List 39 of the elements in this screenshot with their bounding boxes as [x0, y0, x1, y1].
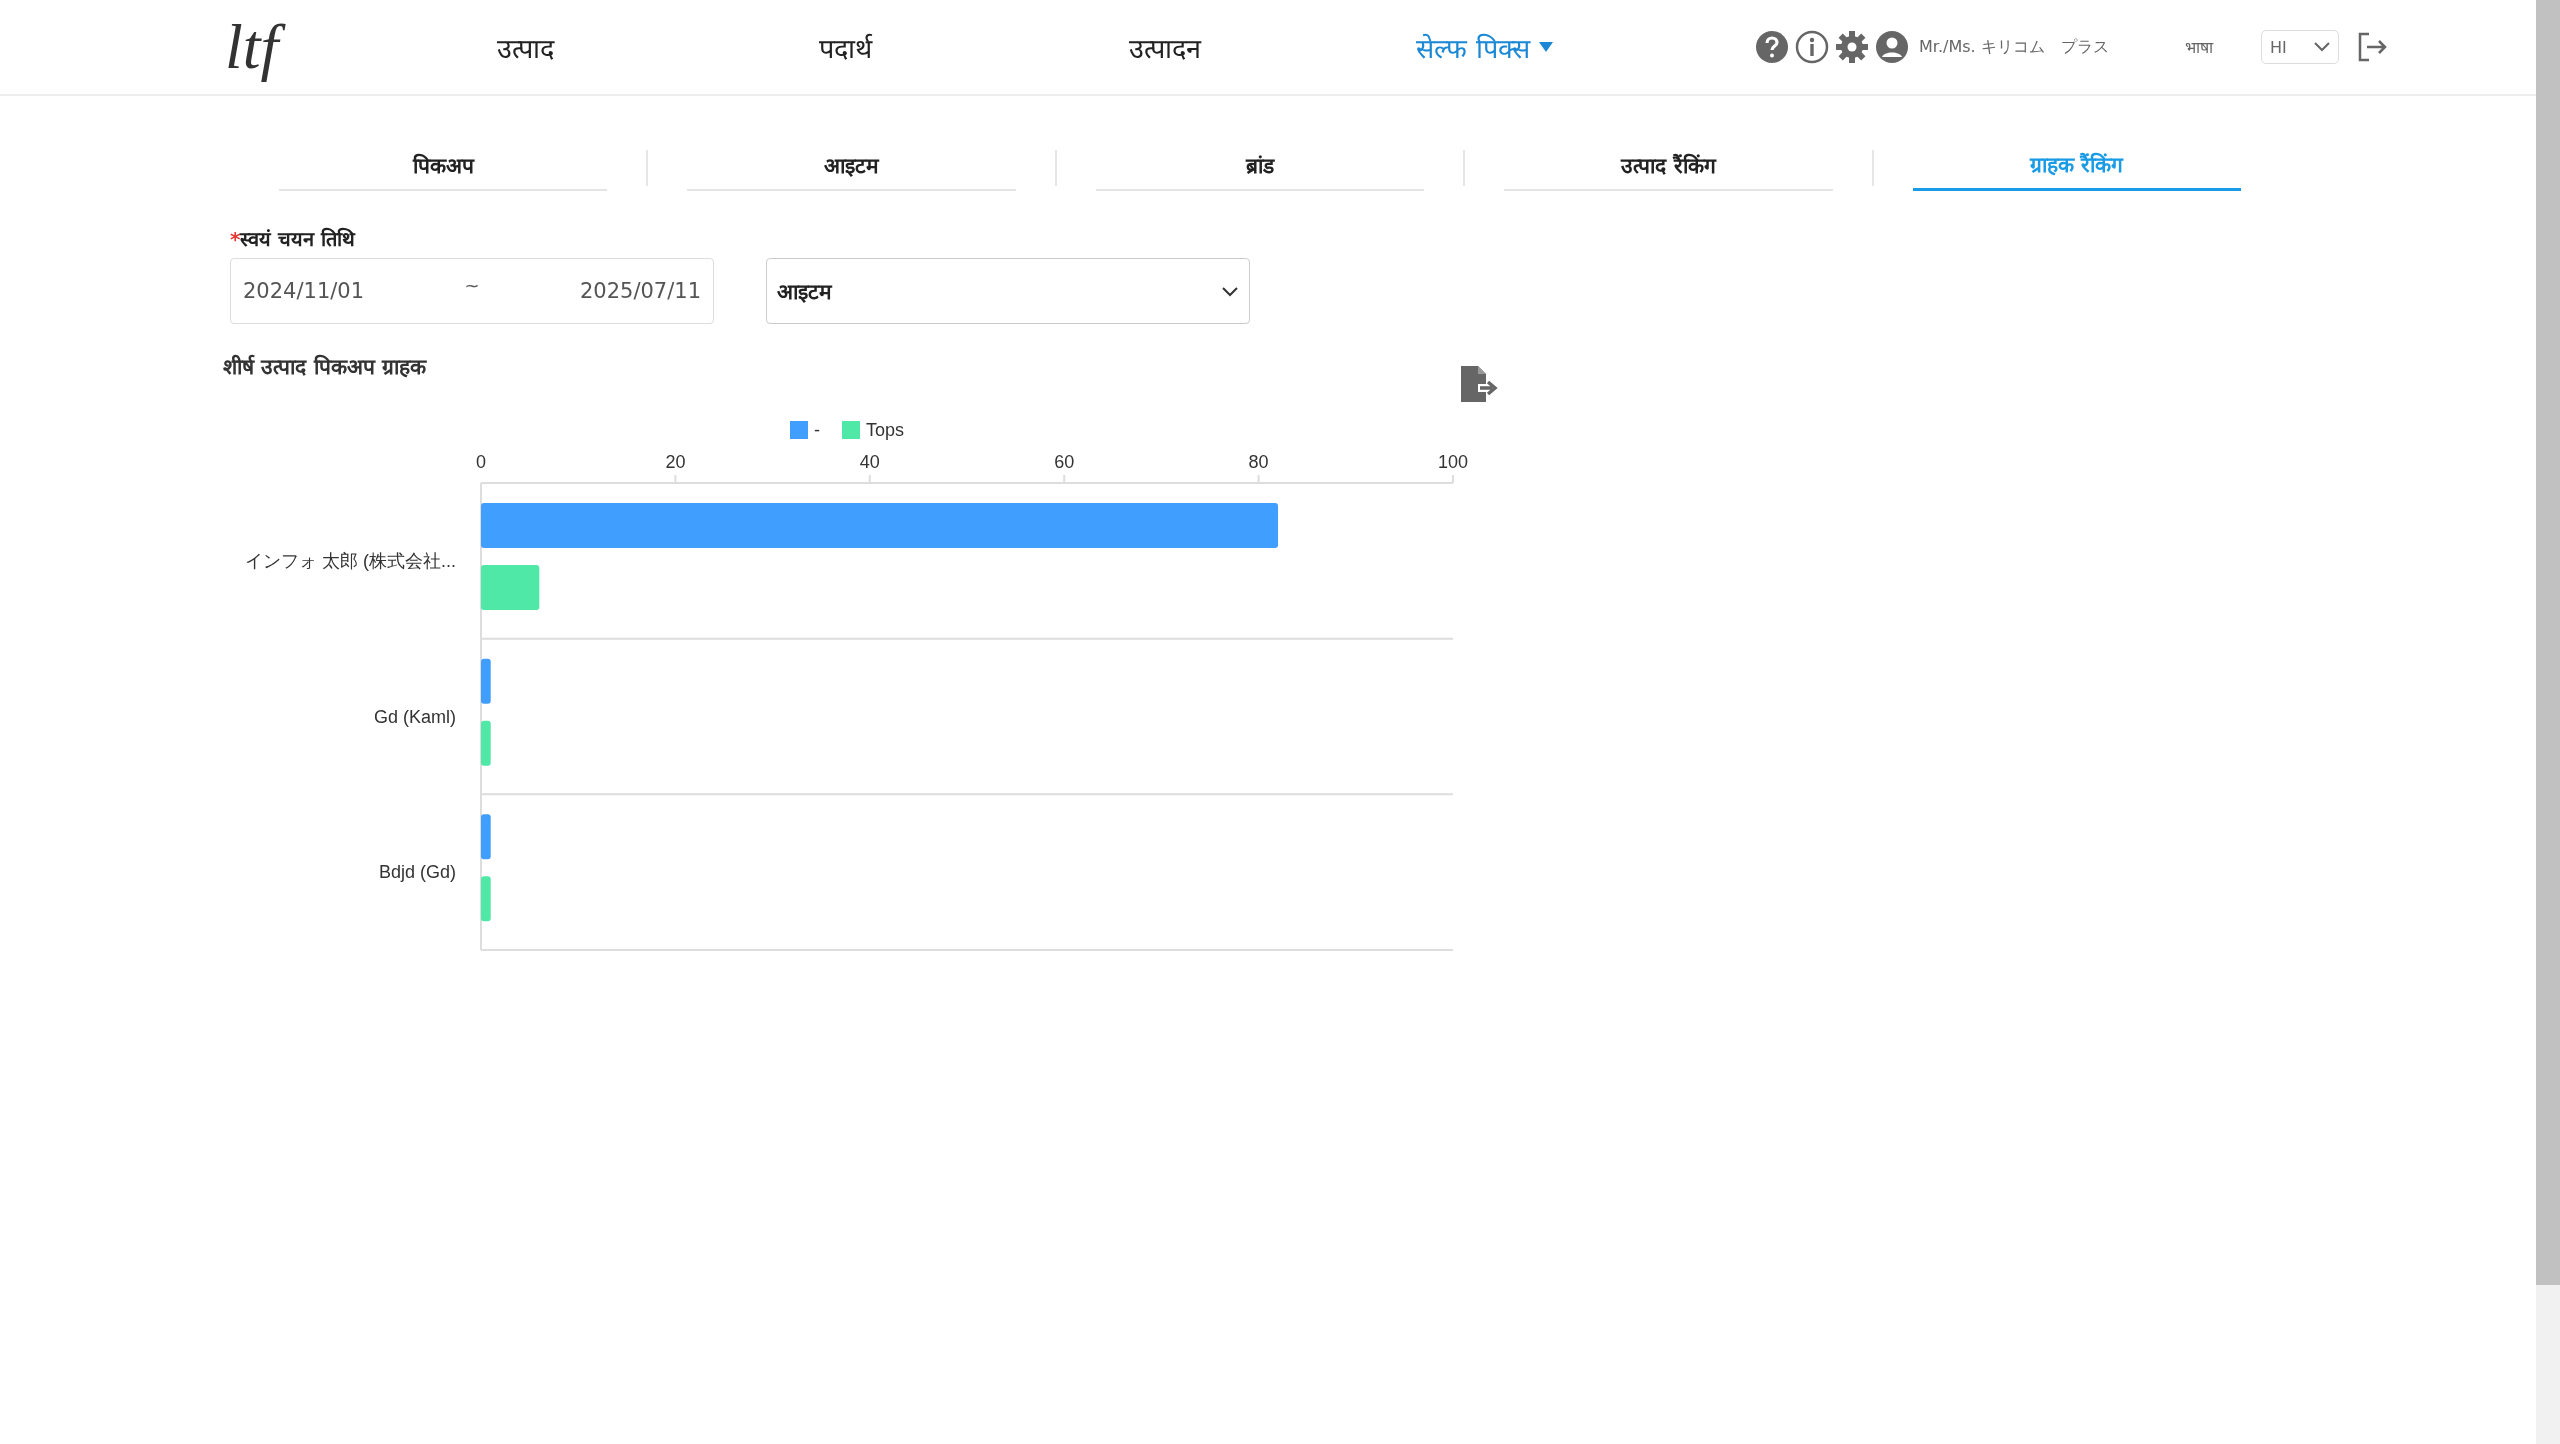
chevron-down-icon: [1221, 285, 1239, 297]
bar[interactable]: [481, 876, 491, 922]
axis-tick-label: 100: [1438, 452, 1468, 472]
legend-label: -: [814, 420, 820, 440]
tab[interactable]: आइटम: [687, 145, 1016, 191]
user-name: Mr./Ms. キリコム プラス: [1919, 36, 2110, 58]
language-label: भाषा: [2185, 37, 2215, 58]
bar[interactable]: [481, 720, 491, 766]
date-label: *स्वयं चयन तिथि: [230, 226, 357, 252]
nav-item[interactable]: उत्पाद: [365, 28, 685, 66]
legend-label: Tops: [866, 420, 905, 440]
export-icon[interactable]: [1458, 364, 1498, 404]
tab[interactable]: उत्पाद रैंकिंग: [1504, 145, 1833, 191]
category-label: インフォ 太郎 (株式会社...: [245, 550, 456, 571]
user-icon[interactable]: [1875, 30, 1909, 64]
legend-item[interactable]: Tops: [842, 420, 905, 440]
axis-tick-label: 80: [1248, 452, 1269, 472]
tab[interactable]: पिकअप: [279, 145, 608, 191]
scrollbar[interactable]: [2536, 0, 2560, 1444]
date-range-field[interactable]: 2024/11/01 ~ 2025/07/11: [230, 258, 714, 324]
axis-tick-label: 40: [859, 452, 880, 472]
chart-title: शीर्ष उत्पाद पिकअप ग्राहक: [223, 353, 426, 381]
nav-item[interactable]: पदार्थ: [685, 28, 1005, 66]
settings-icon[interactable]: [1835, 30, 1869, 64]
category-select[interactable]: आइटम: [766, 258, 1250, 324]
info-icon[interactable]: [1795, 30, 1829, 64]
chevron-down-icon: [2314, 42, 2330, 52]
category-label: Gd (Kaml): [374, 706, 456, 727]
nav-item[interactable]: सेल्फ पिक्स: [1325, 28, 1645, 66]
axis-tick-label: 60: [1054, 452, 1075, 472]
bar[interactable]: [481, 658, 491, 704]
language-select[interactable]: HI: [2261, 30, 2339, 64]
bar[interactable]: [481, 814, 491, 860]
help-icon[interactable]: [1755, 30, 1789, 64]
axis-tick-label: 20: [665, 452, 686, 472]
nav-item[interactable]: उत्पादन: [1005, 28, 1325, 66]
axis-tick-label: 0: [476, 452, 486, 472]
category-label: Bdjd (Gd): [378, 862, 456, 883]
tab[interactable]: ब्रांड: [1095, 145, 1425, 191]
